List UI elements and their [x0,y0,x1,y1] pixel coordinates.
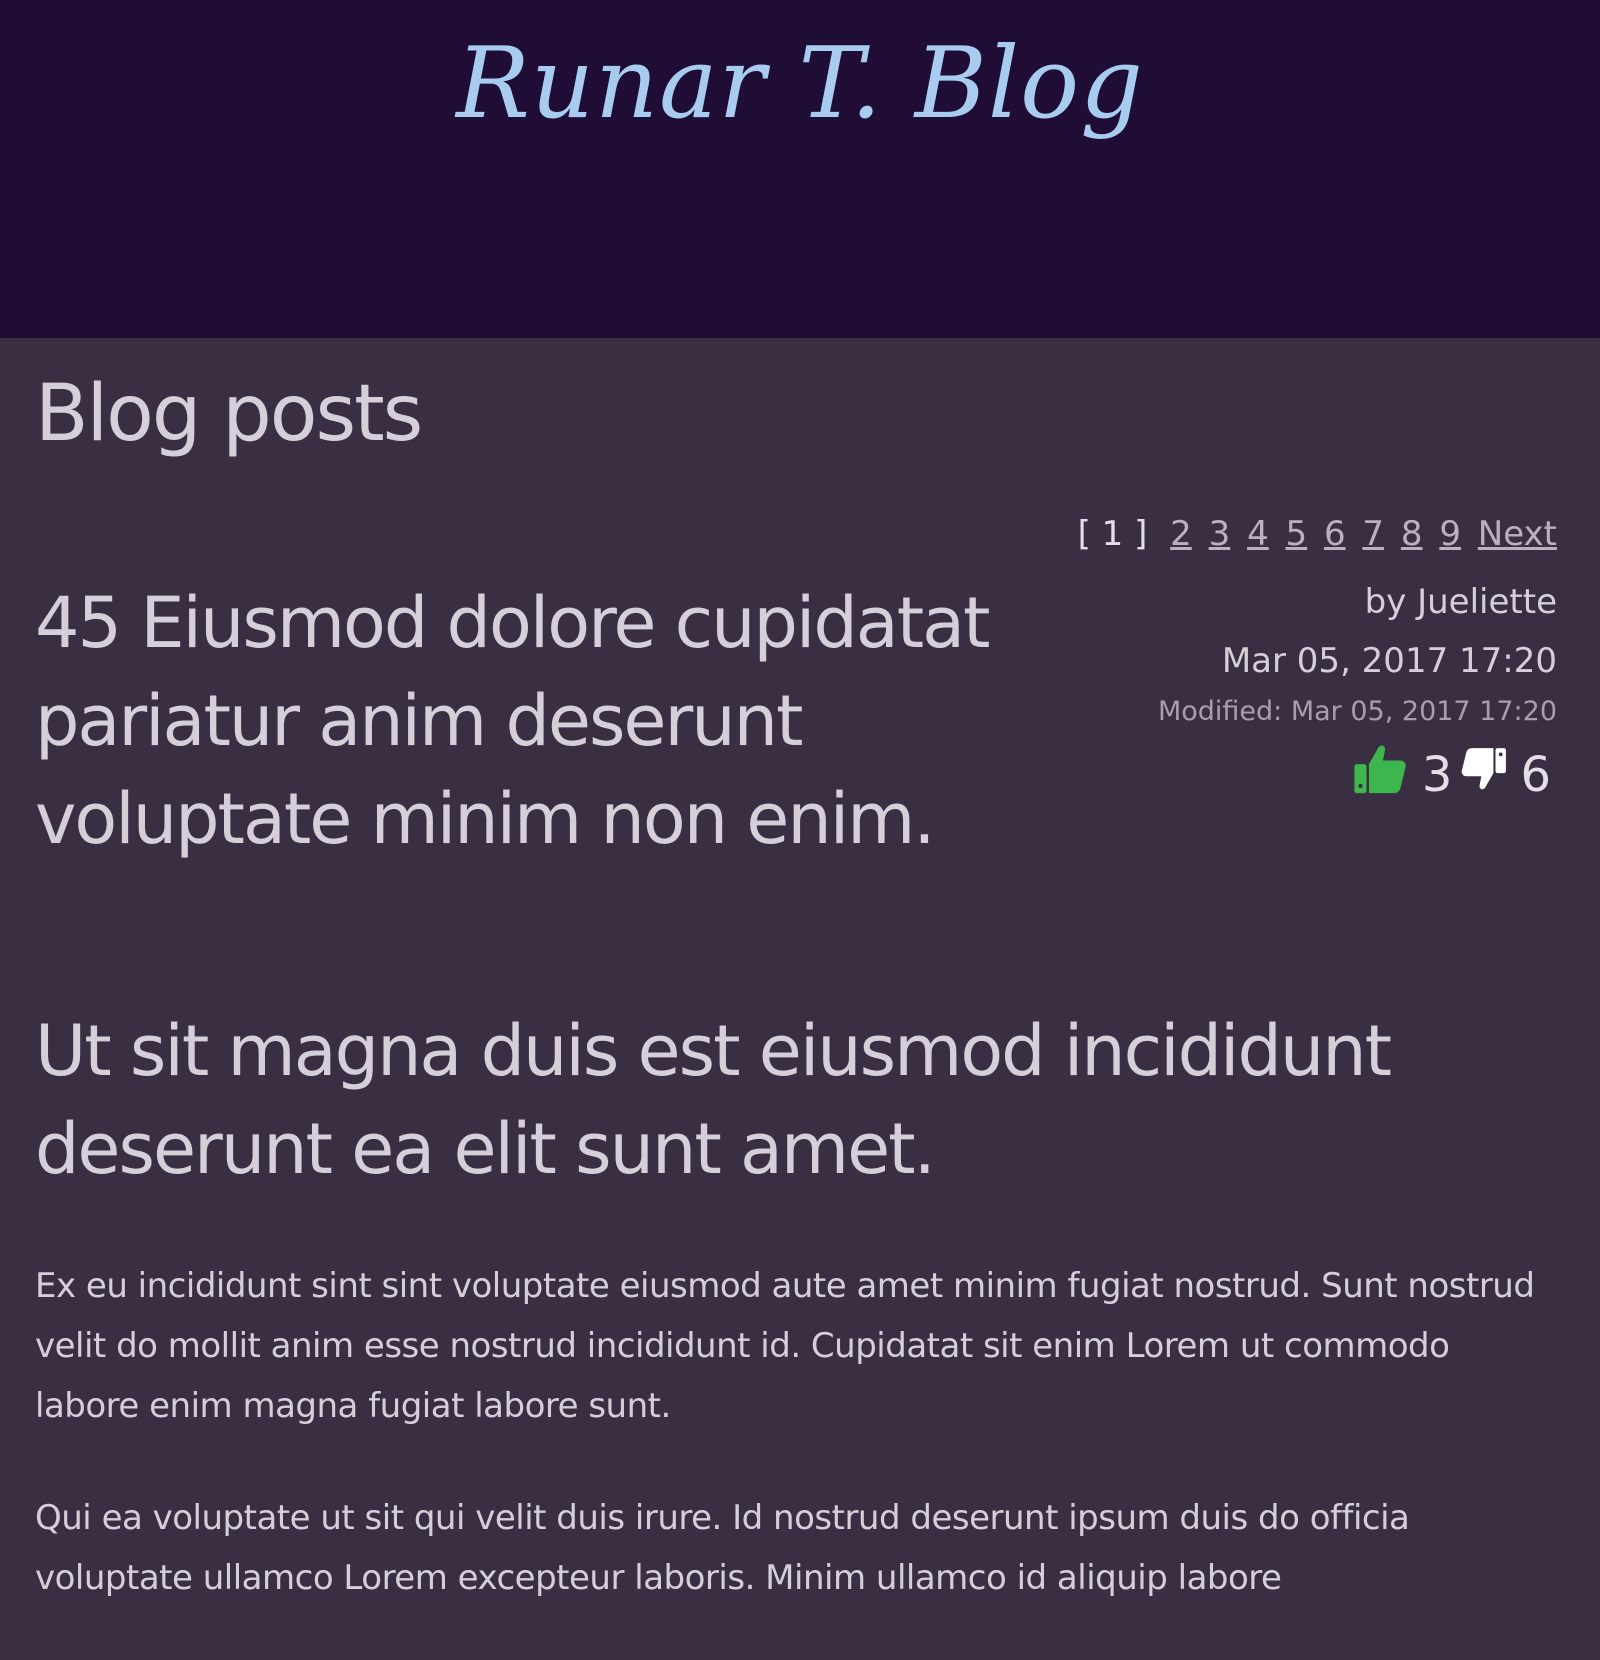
thumbs-up-icon[interactable] [1352,740,1410,812]
pagination-page-6[interactable]: 6 [1324,514,1346,554]
page-title: Blog posts [35,369,423,459]
pagination-next-link[interactable]: Next [1478,514,1557,554]
main-content: Blog posts [ 1 ] 2 3 4 5 6 7 8 9 Next 45… [0,338,1600,1600]
pagination-page-9[interactable]: 9 [1439,514,1461,554]
dislike-count: 6 [1520,746,1551,803]
pagination-page-8[interactable]: 8 [1401,514,1423,554]
pagination-page-4[interactable]: 4 [1247,514,1269,554]
post-subtitle: Ut sit magna duis est eiusmod incididunt… [35,1010,1392,1190]
vote-bar: 3 6 [1158,740,1557,812]
post-meta: by Jueliette Mar 05, 2017 17:20 Modified… [1158,582,1557,812]
pagination: [ 1 ] 2 3 4 5 6 7 8 9 Next [1078,514,1557,555]
post-paragraph: Ex eu incididunt sint sint voluptate eiu… [35,1266,1535,1426]
post-date: Mar 05, 2017 17:20 [1221,640,1557,681]
post-body: Ex eu incididunt sint sint voluptate eiu… [35,1256,1555,1660]
post-modified-date: Modified: Mar 05, 2017 17:20 [1157,695,1557,727]
like-count: 3 [1421,746,1453,803]
pagination-page-5[interactable]: 5 [1286,514,1308,554]
pagination-page-3[interactable]: 3 [1209,514,1231,554]
pagination-current-page: [ 1 ] [1077,514,1148,554]
site-header: Runar T. Blog [0,0,1600,338]
post-title[interactable]: 45 Eiusmod dolore cupidatat pariatur ani… [35,574,1115,868]
site-title-link[interactable]: Runar T. Blog [0,26,1600,144]
pagination-page-2[interactable]: 2 [1170,514,1192,554]
thumbs-down-icon[interactable] [1458,744,1508,808]
post-author: by Jueliette [1364,582,1557,622]
pagination-page-7[interactable]: 7 [1362,514,1384,554]
post-paragraph: Qui ea voluptate ut sit qui velit duis i… [35,1498,1410,1598]
